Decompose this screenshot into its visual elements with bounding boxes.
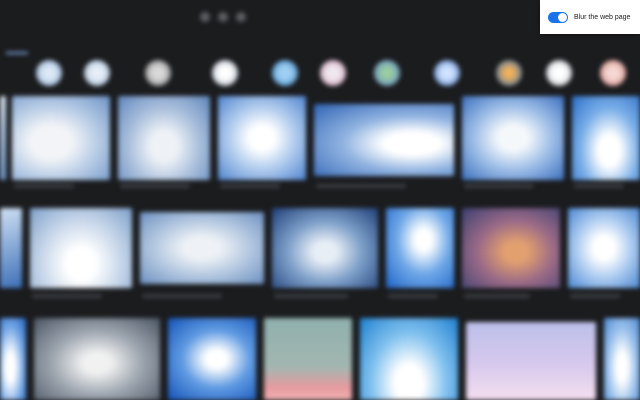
image-result[interactable] (462, 208, 560, 288)
image-result[interactable] (30, 208, 132, 288)
image-result[interactable] (12, 96, 110, 180)
image-caption (574, 184, 624, 188)
image-caption (570, 294, 620, 298)
image-caption (220, 184, 280, 188)
related-search-chip[interactable] (434, 60, 460, 86)
related-search-chip[interactable] (145, 60, 171, 86)
image-result[interactable] (264, 318, 352, 400)
blur-toggle-label: Blur the web page (574, 14, 631, 21)
related-search-chip[interactable] (84, 60, 110, 86)
image-result[interactable] (386, 208, 454, 288)
image-result[interactable] (272, 208, 378, 288)
image-result[interactable] (168, 318, 256, 400)
image-result[interactable] (572, 96, 640, 180)
mic-icon[interactable] (218, 12, 228, 22)
image-caption (120, 184, 190, 188)
image-caption (32, 294, 102, 298)
blur-toggle-switch[interactable] (548, 12, 568, 23)
clear-icon[interactable] (200, 12, 210, 22)
related-search-chip[interactable] (496, 60, 522, 86)
image-caption (464, 184, 534, 188)
image-caption (274, 294, 348, 298)
blurred-image-search-page (0, 0, 640, 400)
image-caption (14, 184, 74, 188)
image-result[interactable] (0, 96, 6, 180)
image-caption (464, 294, 530, 298)
image-result[interactable] (568, 208, 640, 288)
image-result[interactable] (0, 318, 26, 400)
related-searches-row (0, 60, 640, 90)
search-icon[interactable] (236, 12, 246, 22)
toggle-knob (558, 13, 567, 22)
image-caption (388, 294, 438, 298)
image-result[interactable] (360, 318, 458, 400)
image-result[interactable] (0, 208, 22, 288)
active-tab-indicator (6, 52, 28, 54)
image-result[interactable] (34, 318, 160, 400)
image-result[interactable] (218, 96, 306, 180)
related-search-chip[interactable] (600, 60, 626, 86)
related-search-chip[interactable] (374, 60, 400, 86)
related-search-chip[interactable] (320, 60, 346, 86)
related-search-chip[interactable] (36, 60, 62, 86)
related-search-chip[interactable] (546, 60, 572, 86)
image-caption (316, 184, 406, 188)
image-result[interactable] (462, 96, 564, 180)
related-search-chip[interactable] (212, 60, 238, 86)
image-result[interactable] (118, 96, 210, 180)
image-result[interactable] (604, 318, 640, 400)
related-search-chip[interactable] (272, 60, 298, 86)
blur-extension-popup: Blur the web page (540, 0, 640, 34)
image-result[interactable] (140, 212, 264, 284)
image-caption (142, 294, 222, 298)
image-result[interactable] (466, 322, 596, 400)
image-result[interactable] (314, 104, 454, 176)
